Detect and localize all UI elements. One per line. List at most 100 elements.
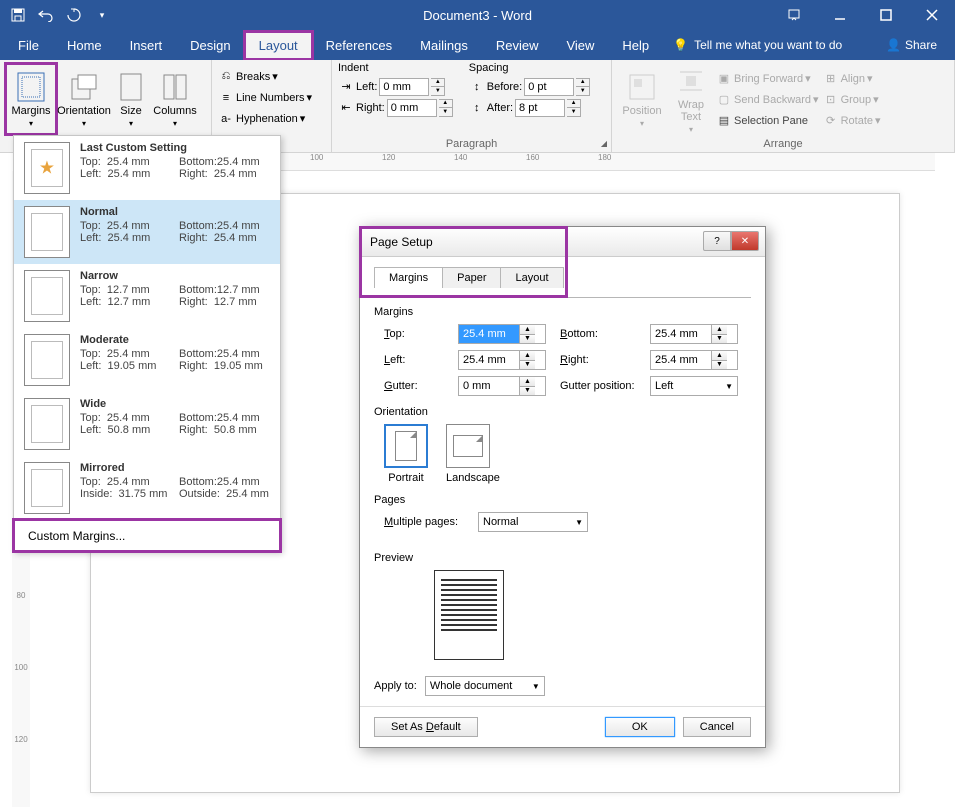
close-icon[interactable] bbox=[909, 0, 955, 30]
spacing-after-spinner[interactable]: ▲▼ bbox=[567, 99, 581, 117]
size-label: Size bbox=[120, 105, 141, 117]
margin-option-normal[interactable]: NormalTop: 25.4 mmBottom:25.4 mmLeft: 25… bbox=[14, 200, 280, 264]
menu-home[interactable]: Home bbox=[53, 32, 116, 59]
margin-option-narrow[interactable]: NarrowTop: 12.7 mmBottom:12.7 mmLeft: 12… bbox=[14, 264, 280, 328]
margins-section-label: Margins bbox=[374, 306, 751, 318]
set-default-button[interactable]: Set As Default bbox=[374, 717, 478, 737]
menu-layout[interactable]: Layout bbox=[245, 32, 312, 59]
indent-left-input[interactable] bbox=[379, 78, 429, 96]
right-spinbox[interactable]: ▲▼ bbox=[650, 350, 738, 370]
qat-customize-icon[interactable]: ▾ bbox=[92, 5, 112, 25]
left-spinbox[interactable]: ▲▼ bbox=[458, 350, 546, 370]
portrait-option[interactable]: Portrait bbox=[384, 424, 428, 484]
margin-option-last-custom-setting[interactable]: Last Custom SettingTop: 25.4 mmBottom:25… bbox=[14, 136, 280, 200]
spacing-after-input[interactable] bbox=[515, 99, 565, 117]
columns-icon bbox=[159, 71, 191, 103]
menu-view[interactable]: View bbox=[552, 32, 608, 59]
indent-right-spinner[interactable]: ▲▼ bbox=[439, 99, 453, 117]
spacing-before-spinner[interactable]: ▲▼ bbox=[576, 78, 590, 96]
multiple-pages-label: Multiple pages: bbox=[384, 516, 458, 528]
bottom-input[interactable] bbox=[651, 325, 711, 343]
spacing-label: Spacing bbox=[469, 62, 590, 74]
chevron-down-icon: ▾ bbox=[29, 119, 33, 128]
indent-left-spinner[interactable]: ▲▼ bbox=[431, 78, 445, 96]
selection-pane-button[interactable]: ▤ Selection Pane bbox=[716, 110, 819, 131]
menu-insert[interactable]: Insert bbox=[116, 32, 177, 59]
titlebar: ▾ Document3 - Word bbox=[0, 0, 955, 30]
share-icon: 👤 bbox=[886, 38, 901, 52]
orientation-icon bbox=[68, 71, 100, 103]
window-title: Document3 - Word bbox=[423, 8, 532, 23]
indent-right-icon: ⇤ bbox=[338, 100, 354, 116]
orientation-button[interactable]: Orientation ▾ bbox=[56, 64, 112, 134]
menu-design[interactable]: Design bbox=[176, 32, 244, 59]
size-icon bbox=[115, 71, 147, 103]
columns-button[interactable]: Columns ▾ bbox=[150, 64, 200, 134]
menu-references[interactable]: References bbox=[312, 32, 406, 59]
dialog-close-icon[interactable]: ✕ bbox=[731, 231, 759, 251]
top-spinbox[interactable]: ▲▼ bbox=[458, 324, 546, 344]
selection-pane-icon: ▤ bbox=[716, 113, 732, 129]
margin-option-wide[interactable]: WideTop: 25.4 mmBottom:25.4 mmLeft: 50.8… bbox=[14, 392, 280, 456]
margin-option-mirrored[interactable]: MirroredTop: 25.4 mmBottom:25.4 mmInside… bbox=[14, 456, 280, 520]
right-label: Right: bbox=[560, 354, 636, 366]
top-input[interactable] bbox=[459, 325, 519, 343]
group-icon: ⊡ bbox=[823, 92, 839, 108]
ok-button[interactable]: OK bbox=[605, 717, 675, 737]
save-icon[interactable] bbox=[8, 5, 28, 25]
minimize-icon[interactable] bbox=[817, 0, 863, 30]
gutter-input[interactable] bbox=[459, 377, 519, 395]
orientation-section-label: Orientation bbox=[374, 406, 751, 418]
menu-review[interactable]: Review bbox=[482, 32, 553, 59]
menu-bar: File Home Insert Design Layout Reference… bbox=[0, 30, 955, 60]
paragraph-launcher[interactable]: ◢ bbox=[601, 139, 607, 148]
margin-thumb-icon bbox=[24, 334, 70, 386]
bottom-spinbox[interactable]: ▲▼ bbox=[650, 324, 738, 344]
indent-right-input[interactable] bbox=[387, 99, 437, 117]
window-buttons bbox=[771, 0, 955, 30]
cancel-button[interactable]: Cancel bbox=[683, 717, 751, 737]
dialog-titlebar[interactable]: Page Setup ? ✕ bbox=[360, 227, 765, 257]
ribbon-options-icon[interactable] bbox=[771, 0, 817, 30]
menu-help[interactable]: Help bbox=[608, 32, 663, 59]
size-button[interactable]: Size ▾ bbox=[112, 64, 150, 134]
align-button: ⊞ Align ▾ bbox=[823, 68, 881, 89]
tab-layout[interactable]: Layout bbox=[500, 267, 563, 288]
margin-thumb-icon bbox=[24, 142, 70, 194]
share-button[interactable]: 👤 Share bbox=[872, 32, 951, 58]
tab-margins[interactable]: Margins bbox=[374, 267, 443, 288]
quick-access-toolbar: ▾ bbox=[0, 5, 112, 25]
margins-dropdown: Last Custom SettingTop: 25.4 mmBottom:25… bbox=[13, 135, 281, 552]
line-numbers-button[interactable]: ≡ Line Numbers ▾ bbox=[218, 87, 325, 108]
left-input[interactable] bbox=[459, 351, 519, 369]
dialog-footer: Set As Default OK Cancel bbox=[360, 706, 765, 747]
maximize-icon[interactable] bbox=[863, 0, 909, 30]
margins-button[interactable]: Margins ▾ bbox=[6, 64, 56, 134]
apply-to-label: Apply to: bbox=[374, 680, 417, 692]
gutter-pos-select[interactable]: Left▼ bbox=[650, 376, 738, 396]
landscape-option[interactable]: Landscape bbox=[446, 424, 500, 484]
undo-icon[interactable] bbox=[36, 5, 56, 25]
apply-to-select[interactable]: Whole document▼ bbox=[425, 676, 545, 696]
tell-me-search[interactable]: 💡 Tell me what you want to do bbox=[673, 38, 842, 52]
dialog-help-icon[interactable]: ? bbox=[703, 231, 731, 251]
tab-paper[interactable]: Paper bbox=[442, 267, 501, 288]
margin-thumb-icon bbox=[24, 398, 70, 450]
ribbon-group-paragraph: Indent ⇥Left: ▲▼ ⇤Right: ▲▼ Spacing ↕Bef… bbox=[332, 60, 612, 152]
wrap-text-icon bbox=[675, 65, 707, 97]
menu-mailings[interactable]: Mailings bbox=[406, 32, 482, 59]
share-label: Share bbox=[905, 38, 937, 52]
gutter-spinbox[interactable]: ▲▼ bbox=[458, 376, 546, 396]
margin-option-moderate[interactable]: ModerateTop: 25.4 mmBottom:25.4 mmLeft: … bbox=[14, 328, 280, 392]
right-input[interactable] bbox=[651, 351, 711, 369]
breaks-button[interactable]: ⎌ Breaks ▾ bbox=[218, 66, 325, 87]
dialog-title: Page Setup bbox=[370, 235, 433, 249]
spacing-before-input[interactable] bbox=[524, 78, 574, 96]
multiple-pages-select[interactable]: Normal▼ bbox=[478, 512, 588, 532]
send-backward-icon: ▢ bbox=[716, 92, 732, 108]
redo-icon[interactable] bbox=[64, 5, 84, 25]
menu-file[interactable]: File bbox=[4, 32, 53, 59]
custom-margins-item[interactable]: Custom Margins... bbox=[14, 520, 280, 551]
orientation-label: Orientation bbox=[57, 105, 111, 117]
hyphenation-button[interactable]: a- Hyphenation ▾ bbox=[218, 108, 325, 129]
